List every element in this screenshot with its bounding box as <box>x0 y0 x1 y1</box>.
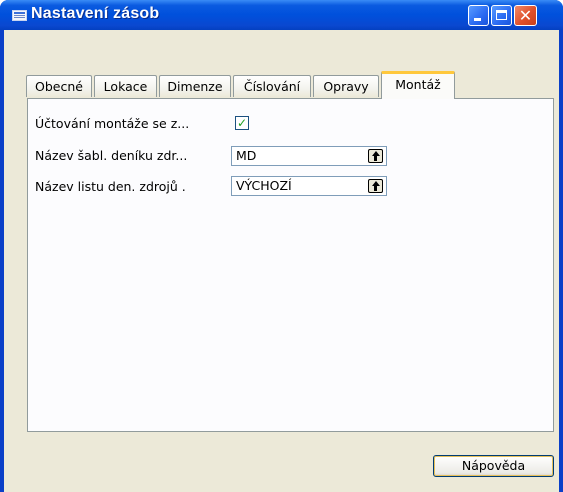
tab-opravy[interactable]: Opravy <box>313 75 379 97</box>
form-window-icon <box>12 10 27 21</box>
close-button[interactable]: ✕ <box>514 5 537 26</box>
minimize-icon <box>474 18 481 21</box>
close-icon: ✕ <box>518 6 533 25</box>
minimize-button[interactable] <box>468 5 489 26</box>
tab-dimenze[interactable]: Dimenze <box>159 75 231 97</box>
posting-checkbox[interactable]: ✓ <box>235 116 249 130</box>
posting-label: Účtování montáže se z... <box>35 116 190 131</box>
batch-value: VÝCHOZÍ <box>236 178 292 193</box>
tab-montaz[interactable]: Montáž <box>381 71 455 99</box>
batch-field[interactable]: VÝCHOZÍ <box>231 176 387 196</box>
window-title: Nastavení zásob <box>31 5 160 22</box>
tab-obecne[interactable]: Obecné <box>26 75 92 97</box>
lookup-arrow-icon[interactable] <box>368 149 383 163</box>
batch-label: Název listu den. zdrojů . <box>35 179 186 194</box>
checkmark-icon: ✓ <box>236 116 248 130</box>
lookup-arrow-icon[interactable] <box>368 179 383 193</box>
title-bar[interactable]: Nastavení zásob ✕ <box>0 0 563 30</box>
tab-cislovani[interactable]: Číslování <box>233 75 311 97</box>
maximize-icon <box>496 10 507 20</box>
template-value: MD <box>236 148 257 163</box>
maximize-button[interactable] <box>491 5 512 26</box>
tab-lokace[interactable]: Lokace <box>94 75 157 97</box>
template-label: Název šabl. deníku zdr... <box>35 148 188 163</box>
help-button[interactable]: Nápověda <box>433 455 554 477</box>
template-field[interactable]: MD <box>231 146 387 166</box>
